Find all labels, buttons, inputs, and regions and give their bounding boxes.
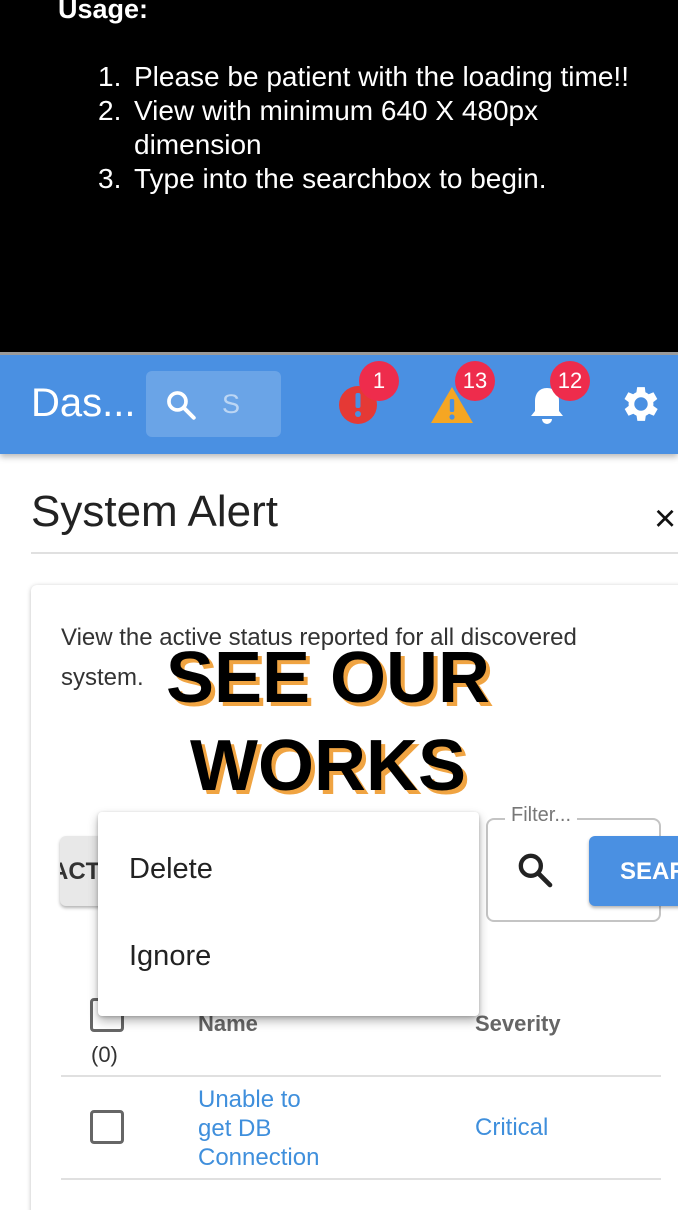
gear-icon	[624, 387, 658, 421]
usage-item-text: Please be patient with the loading time!…	[134, 61, 629, 92]
menu-item-ignore[interactable]: Ignore	[98, 921, 479, 991]
close-icon[interactable]: ×	[654, 500, 676, 538]
app-bar: Das... S 1 13 12	[0, 352, 678, 454]
search-icon	[518, 853, 553, 888]
app-title[interactable]: Das...	[31, 381, 135, 426]
dialog-title: System Alert	[31, 487, 278, 536]
notifications-badge: 12	[550, 361, 590, 401]
row-divider	[61, 1178, 661, 1180]
promo-overlay-line2: WORKS	[190, 726, 466, 806]
promo-overlay-line1: SEE OUR	[165, 638, 491, 718]
errors-badge: 1	[359, 361, 399, 401]
search-button-label: SEARCH	[620, 858, 678, 885]
usage-banner: Usage: 1. Please be patient with the loa…	[0, 0, 678, 352]
alert-name-line: get DB	[198, 1115, 272, 1142]
alert-severity-link[interactable]: Critical	[475, 1113, 548, 1142]
usage-list: 1. Please be patient with the loading ti…	[98, 60, 638, 196]
usage-item-text: Type into the searchbox to begin.	[134, 163, 547, 194]
menu-item-delete[interactable]: Delete	[98, 834, 479, 904]
usage-item-number: 3.	[98, 163, 122, 194]
settings-button[interactable]	[618, 381, 666, 429]
filter-label: Filter...	[505, 804, 578, 827]
column-header-severity[interactable]: Severity	[475, 1011, 561, 1037]
alert-name-line: Unable to	[198, 1086, 301, 1113]
usage-title: Usage:	[58, 0, 149, 24]
usage-item: 3. Type into the searchbox to begin.	[98, 162, 638, 196]
usage-item-number: 2.	[98, 95, 122, 126]
actions-menu: Delete Ignore	[98, 812, 479, 1016]
search-button[interactable]: SEARCH	[589, 836, 678, 906]
usage-item: 1. Please be patient with the loading ti…	[98, 60, 638, 94]
search-icon	[167, 391, 196, 420]
usage-item: 2. View with minimum 640 X 480px dimensi…	[98, 94, 638, 162]
header-divider	[61, 1075, 661, 1077]
search-placeholder: S	[222, 389, 241, 419]
row-checkbox[interactable]	[90, 1110, 124, 1144]
selected-count: (0)	[91, 1042, 118, 1067]
alert-name-link[interactable]: Unable to get DB Connection	[198, 1085, 319, 1172]
title-divider	[31, 552, 678, 554]
warnings-badge: 13	[455, 361, 495, 401]
usage-item-number: 1.	[98, 61, 122, 92]
alert-name-line: Connection	[198, 1144, 320, 1171]
usage-item-text: View with minimum 640 X 480px dimension	[134, 95, 539, 160]
search-input[interactable]: S	[146, 371, 281, 437]
